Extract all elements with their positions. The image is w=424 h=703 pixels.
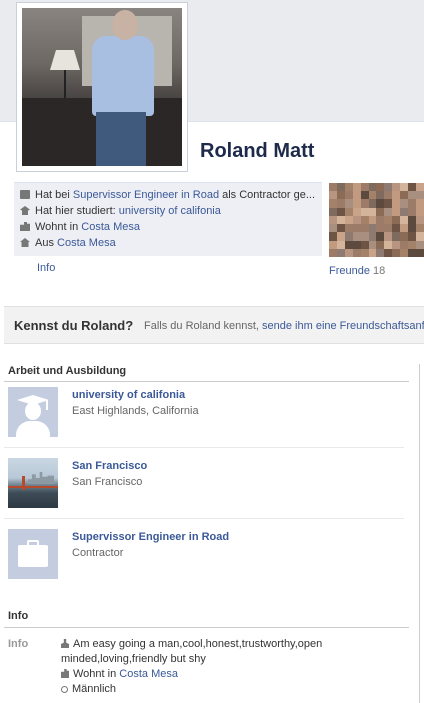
person-icon (61, 639, 69, 648)
friends-photo-grid[interactable] (329, 183, 424, 257)
work-link[interactable]: Supervissor Engineer in Road (73, 189, 219, 201)
entry-education: university of califonia East Highlands, … (8, 387, 404, 439)
info-lives-link[interactable]: Costa Mesa (119, 668, 178, 680)
lives-link[interactable]: Costa Mesa (81, 221, 140, 233)
entry-work: Supervissor Engineer in Road Contractor (8, 529, 404, 581)
bio-line: Am easy going a man,cool,honest,trustwor… (61, 638, 323, 665)
entry-work-title[interactable]: Supervissor Engineer in Road (72, 531, 229, 543)
briefcase-icon (20, 190, 30, 199)
home-icon (20, 238, 30, 247)
friend-request-bar: Kennst du Roland? Falls du Roland kennst… (4, 306, 424, 344)
about-row-lives: Wohnt in Costa Mesa (20, 221, 318, 237)
graduation-silhouette-icon[interactable] (8, 387, 58, 437)
kennst-text: Falls du Roland kennst, sende ihm eine F… (144, 320, 424, 332)
section-divider (4, 381, 409, 382)
info-tab-link[interactable]: Info (37, 262, 55, 274)
city-icon (20, 222, 30, 231)
work-education-title: Arbeit und Ausbildung (8, 365, 127, 377)
about-box: Hat bei Supervissor Engineer in Road als… (14, 182, 322, 256)
education-link[interactable]: university of califonia (119, 205, 221, 217)
about-row-education: Hat hier studiert: university of califon… (20, 205, 318, 221)
column-divider (419, 364, 420, 703)
kennst-title: Kennst du Roland? (14, 318, 134, 333)
entry-divider (4, 447, 404, 448)
lives-line: Wohnt in Costa Mesa (61, 667, 361, 682)
entry-city: San Francisco San Francisco (8, 458, 404, 510)
friends-link[interactable]: Freunde (329, 265, 370, 277)
about-row-work: Hat bei Supervissor Engineer in Road als… (20, 189, 318, 205)
entry-city-title[interactable]: San Francisco (72, 460, 147, 472)
info-section-title: Info (8, 610, 29, 622)
profile-name: Roland Matt (200, 140, 315, 162)
send-friend-request-link[interactable]: sende ihm eine Freundschaftsanfra (262, 320, 424, 332)
entry-divider (4, 518, 404, 519)
graduation-cap-icon (20, 206, 30, 215)
profile-picture[interactable] (16, 2, 188, 172)
section-divider (4, 627, 409, 628)
info-details: Am easy going a man,cool,honest,trustwor… (61, 637, 361, 697)
male-icon (61, 686, 68, 693)
briefcase-icon[interactable] (8, 529, 58, 579)
hometown-link[interactable]: Costa Mesa (57, 237, 116, 249)
profile-photo (22, 8, 182, 166)
friends-count: 18 (373, 265, 386, 277)
gender-line: Männlich (61, 682, 361, 697)
city-icon (61, 669, 69, 678)
about-row-from: Aus Costa Mesa (20, 237, 318, 253)
info-label: Info (8, 638, 29, 650)
friends-label[interactable]: Freunde 18 (329, 265, 385, 277)
city-photo-thumbnail[interactable] (8, 458, 58, 508)
entry-education-title[interactable]: university of califonia (72, 389, 185, 401)
entry-work-subtitle: Contractor (72, 547, 124, 559)
entry-city-subtitle: San Francisco (72, 476, 143, 488)
entry-education-subtitle: East Highlands, California (72, 405, 199, 417)
